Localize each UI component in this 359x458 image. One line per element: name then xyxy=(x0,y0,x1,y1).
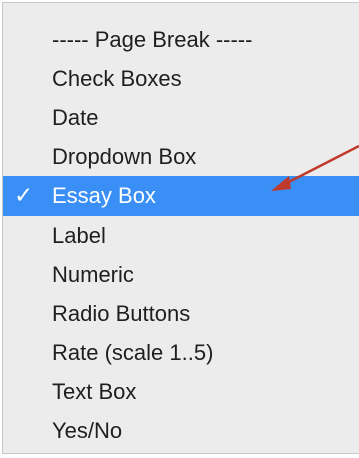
menu-item-rate[interactable]: Rate (scale 1..5) xyxy=(3,333,359,373)
menu-item-label: Numeric xyxy=(52,262,134,287)
menu-item-label: Radio Buttons xyxy=(52,301,191,326)
menu-item-label: Text Box xyxy=(52,379,137,404)
menu-item-check-boxes[interactable]: Check Boxes xyxy=(3,59,359,99)
checkmark-icon: ✓ xyxy=(14,183,34,209)
menu-item-page-break[interactable]: ----- Page Break ----- xyxy=(3,20,359,60)
menu-item-label: Essay Box xyxy=(52,183,156,208)
menu-item-date[interactable]: Date xyxy=(3,98,359,138)
menu-item-essay-box[interactable]: ✓ Essay Box xyxy=(3,176,359,216)
menu-item-label: Rate (scale 1..5) xyxy=(52,340,214,365)
menu-item-text-box[interactable]: Text Box xyxy=(3,372,359,412)
menu-item-label: Label xyxy=(52,223,106,248)
menu-item-numeric[interactable]: Numeric xyxy=(3,255,359,295)
menu-item-dropdown-box[interactable]: Dropdown Box xyxy=(3,137,359,177)
menu-item-radio-buttons[interactable]: Radio Buttons xyxy=(3,294,359,334)
menu-item-label: Date xyxy=(52,105,99,130)
menu-item-label: Yes/No xyxy=(52,418,123,443)
menu-item-label-field[interactable]: Label xyxy=(3,216,359,256)
menu-item-yes-no[interactable]: Yes/No xyxy=(3,411,359,451)
menu-item-label: Check Boxes xyxy=(52,66,182,91)
menu-item-label: ----- Page Break ----- xyxy=(52,27,253,52)
menu-item-label: Dropdown Box xyxy=(52,144,197,169)
field-type-dropdown-menu: ----- Page Break ----- Check Boxes Date … xyxy=(2,2,359,454)
